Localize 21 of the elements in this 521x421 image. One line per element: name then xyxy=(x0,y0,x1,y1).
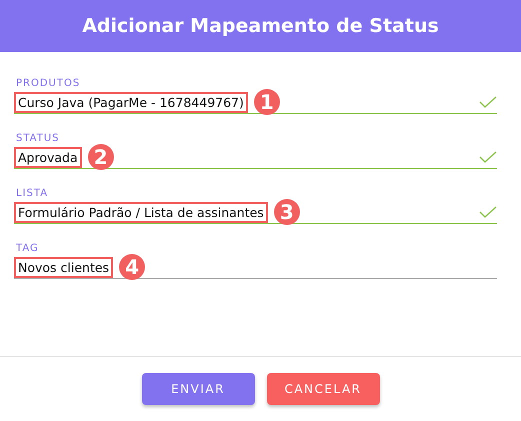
number-marker: 3 xyxy=(274,199,300,225)
field-value: Formulário Padrão / Lista de assinantes xyxy=(14,202,268,222)
field-label: LISTA xyxy=(16,188,48,199)
check-icon xyxy=(479,96,497,108)
field-label: STATUS xyxy=(16,133,60,144)
field-label: TAG xyxy=(16,243,39,254)
field-label: PRODUTOS xyxy=(16,78,80,89)
check-icon xyxy=(479,206,497,218)
dialog-title: Adicionar Mapeamento de Status xyxy=(82,15,439,37)
field-value: Aprovada xyxy=(14,146,82,168)
select-field[interactable]: Aprovada 2 xyxy=(14,146,497,169)
submit-button[interactable]: ENVIAR xyxy=(142,373,254,405)
select-field[interactable]: Curso Java (PagarMe - 1678449767) 1 xyxy=(14,91,497,114)
field-value: Novos clientes xyxy=(14,256,114,278)
check-icon xyxy=(479,151,497,163)
field-value: Curso Java (PagarMe - 1678449767) xyxy=(14,92,248,112)
number-marker: 2 xyxy=(88,144,114,170)
select-field[interactable]: Novos clientes 4 xyxy=(14,256,497,279)
select-field[interactable]: Formulário Padrão / Lista de assinantes 3 xyxy=(14,201,497,224)
number-marker: 1 xyxy=(254,89,280,115)
number-marker: 4 xyxy=(119,254,146,280)
